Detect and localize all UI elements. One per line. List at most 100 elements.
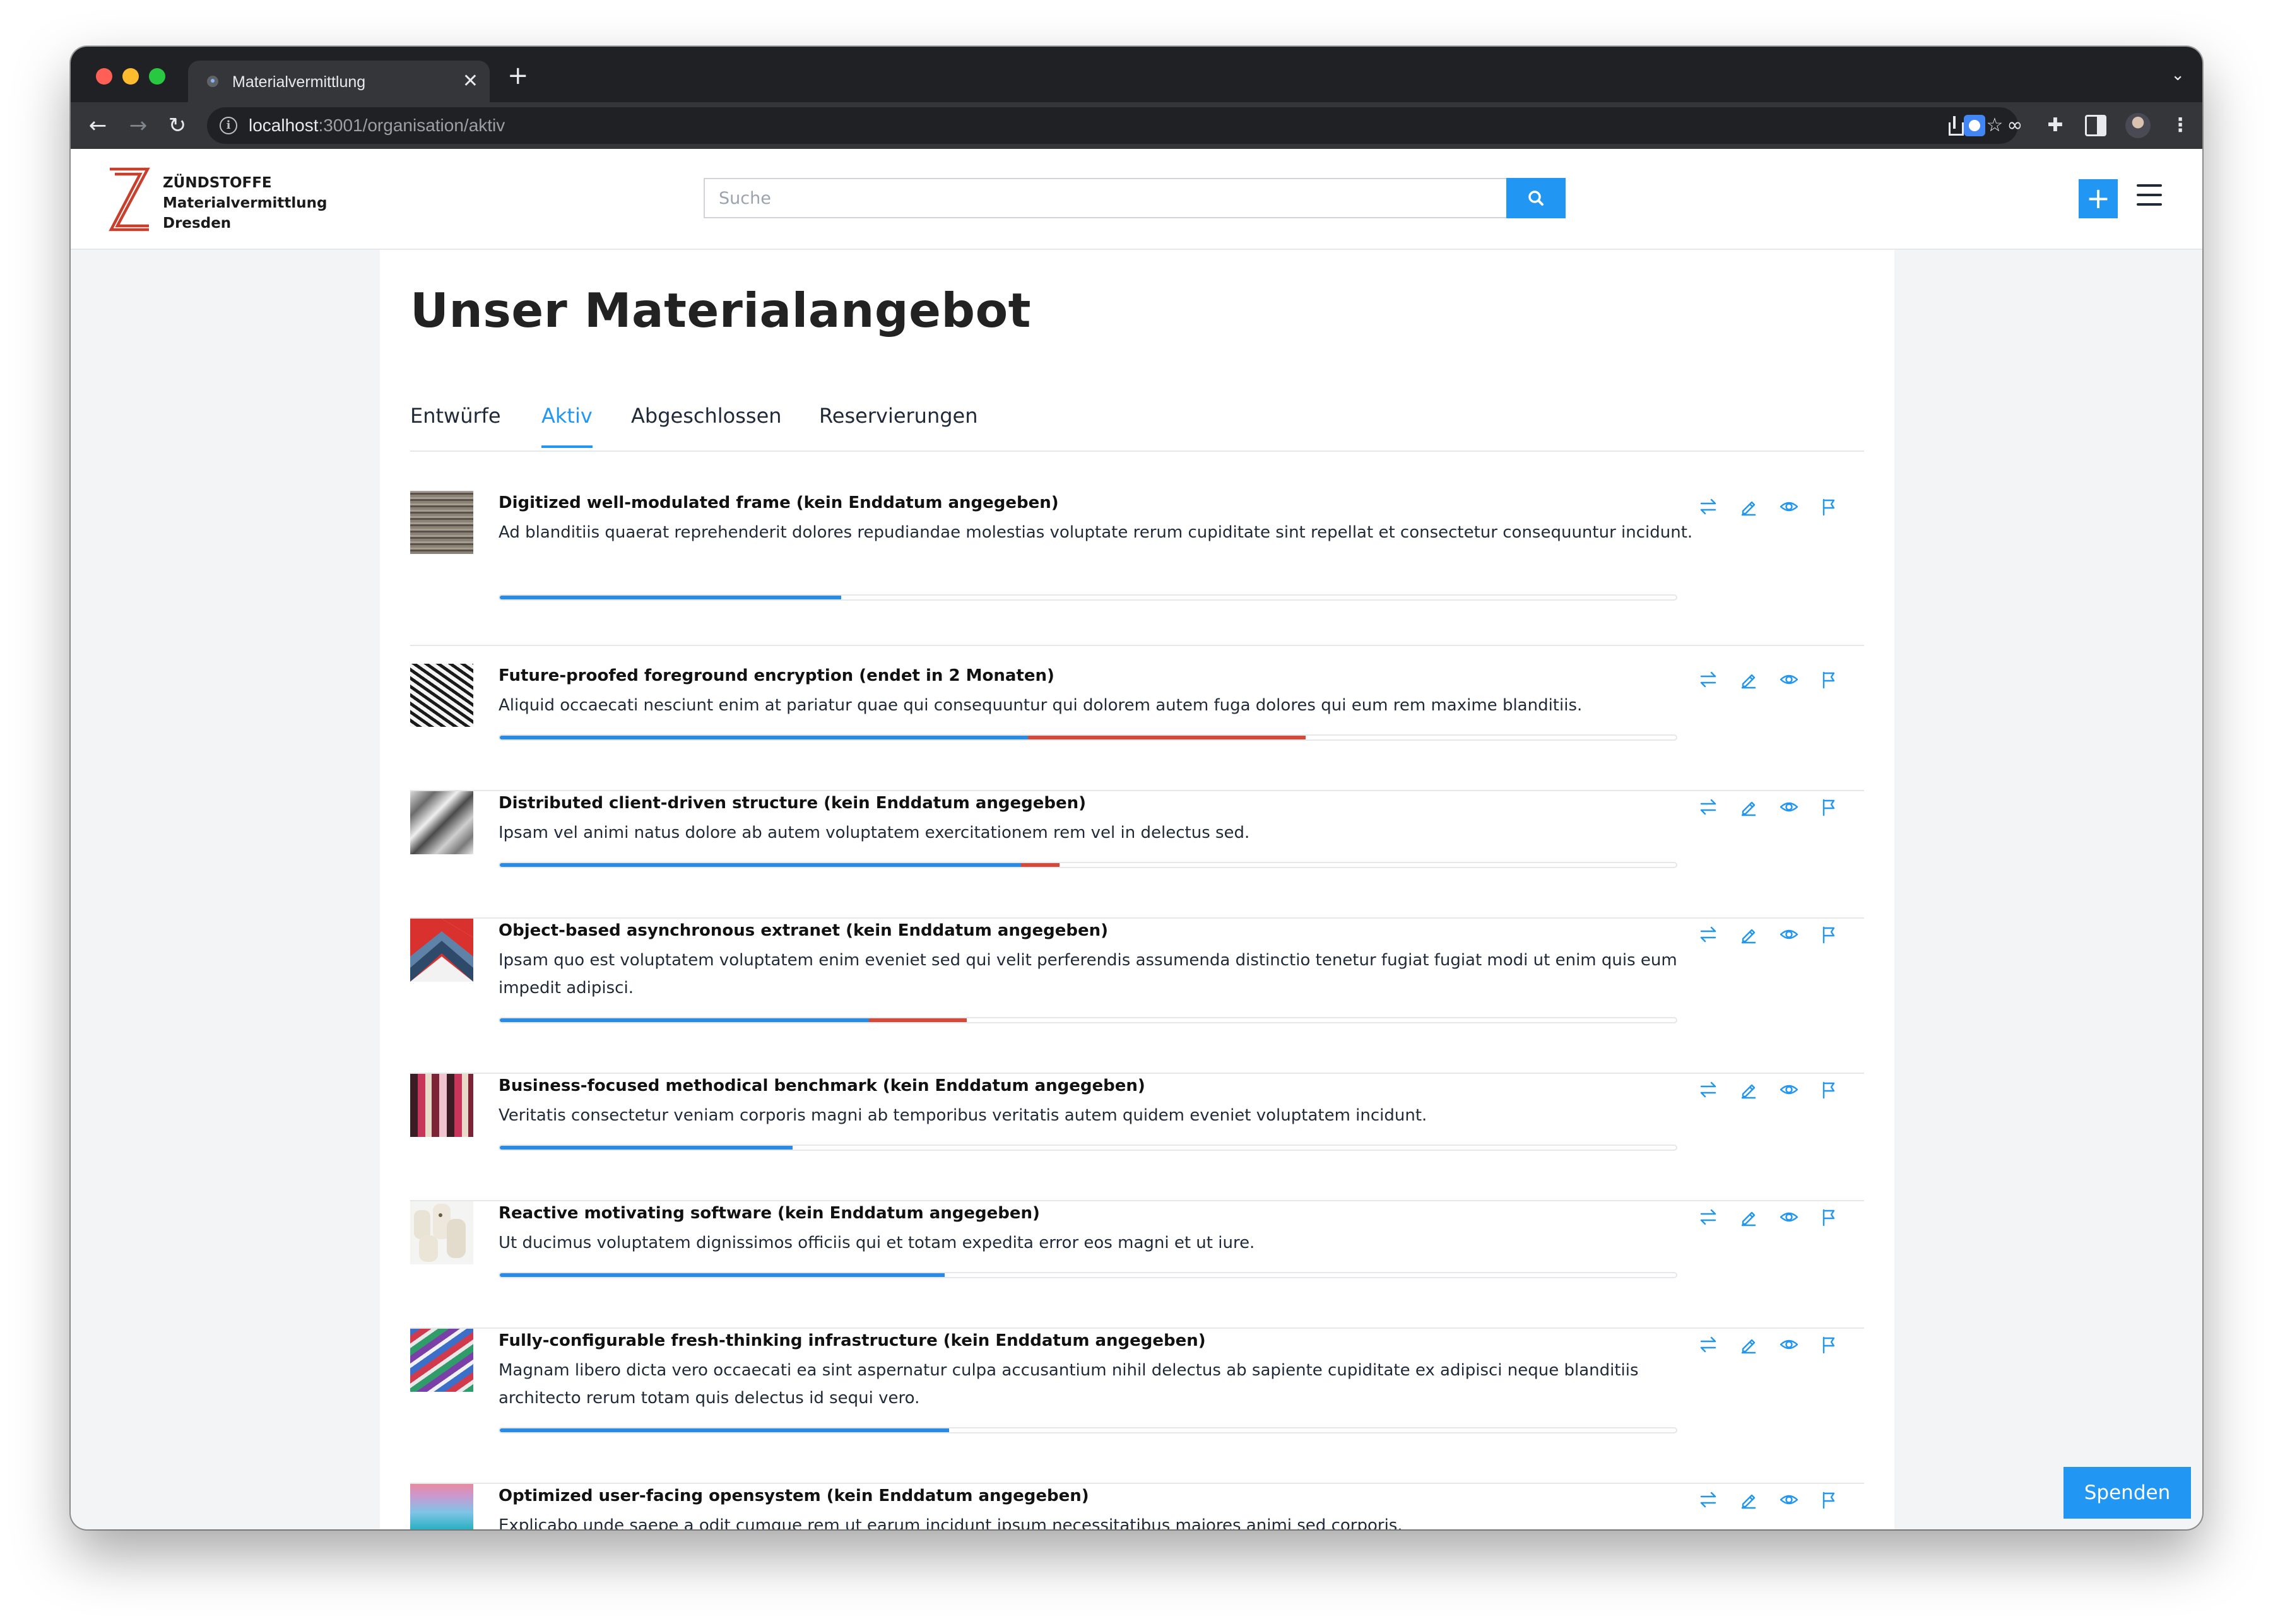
progress-bar — [499, 1272, 1677, 1278]
maximize-window-button[interactable] — [149, 68, 165, 85]
view-icon[interactable] — [1780, 1490, 1798, 1509]
material-thumbnail[interactable] — [410, 1074, 473, 1137]
view-icon[interactable] — [1780, 1080, 1798, 1099]
edit-icon[interactable] — [1739, 1208, 1758, 1227]
material-title[interactable]: Fully-configurable fresh-thinking infras… — [499, 1331, 1206, 1350]
material-thumbnail[interactable] — [410, 791, 473, 854]
swap-icon[interactable] — [1699, 1490, 1718, 1509]
edit-icon[interactable] — [1739, 1335, 1758, 1354]
material-list-item[interactable]: Digitized well-modulated frame (kein End… — [410, 491, 1864, 646]
search-button[interactable] — [1506, 178, 1566, 218]
extensions-area: ∞ ✚ ⋮ — [1964, 102, 2191, 149]
tab-aktiv[interactable]: Aktiv — [541, 404, 593, 448]
extension-mask-icon[interactable]: ∞ — [2004, 115, 2026, 136]
edit-icon[interactable] — [1739, 497, 1758, 516]
material-thumbnail[interactable] — [410, 664, 473, 727]
swap-icon[interactable] — [1699, 925, 1718, 944]
share-icon[interactable] — [1944, 115, 1965, 136]
progress-bar — [499, 1144, 1677, 1151]
brand-line-3: Dresden — [163, 215, 232, 232]
flag-icon[interactable] — [1820, 497, 1839, 516]
view-icon[interactable] — [1780, 925, 1798, 944]
material-list-item[interactable]: Future-proofed foreground encryption (en… — [410, 664, 1864, 791]
view-icon[interactable] — [1780, 670, 1798, 689]
flag-icon[interactable] — [1820, 797, 1839, 816]
tab-abgeschlossen[interactable]: Abgeschlossen — [631, 404, 782, 445]
address-bar[interactable]: i localhost:3001/organisation/aktiv ☆ — [207, 107, 2018, 144]
material-title[interactable]: Reactive motivating software (kein Endda… — [499, 1204, 1040, 1223]
search-bar — [704, 178, 1566, 218]
flag-icon[interactable] — [1820, 1490, 1839, 1509]
tab-entwuerfe[interactable]: Entwürfe — [410, 404, 501, 445]
site-info-icon[interactable]: i — [220, 117, 237, 134]
flag-icon[interactable] — [1820, 670, 1839, 689]
swap-icon[interactable] — [1699, 797, 1718, 816]
brand-line-2: Materialvermittlung — [163, 195, 328, 211]
view-icon[interactable] — [1780, 1208, 1798, 1227]
swap-icon[interactable] — [1699, 1080, 1718, 1099]
reload-icon[interactable]: ↻ — [163, 111, 192, 140]
browser-tab-active[interactable]: Materialvermittlung ✕ — [188, 61, 490, 102]
view-icon[interactable] — [1780, 1335, 1798, 1354]
material-list-item[interactable]: Reactive motivating software (kein Endda… — [410, 1201, 1864, 1329]
material-title[interactable]: Digitized well-modulated frame (kein End… — [499, 493, 1059, 512]
flag-icon[interactable] — [1820, 1335, 1839, 1354]
browser-menu-icon[interactable]: ⋮ — [2170, 115, 2191, 136]
donate-button[interactable]: Spenden — [2063, 1467, 2191, 1519]
material-list-item[interactable]: Object-based asynchronous extranet (kein… — [410, 919, 1864, 1074]
material-list-item[interactable]: Distributed client-driven structure (kei… — [410, 791, 1864, 919]
add-material-button[interactable]: + — [2079, 179, 2118, 218]
progress-bar-fill-red — [1027, 736, 1306, 739]
minimize-window-button[interactable] — [122, 68, 139, 85]
edit-icon[interactable] — [1739, 1490, 1758, 1509]
material-thumbnail[interactable] — [410, 919, 473, 982]
page-title: Unser Materialangebot — [410, 283, 1031, 338]
search-icon — [1528, 191, 1544, 206]
flag-icon[interactable] — [1820, 1208, 1839, 1227]
swap-icon[interactable] — [1699, 1335, 1718, 1354]
material-title[interactable]: Distributed client-driven structure (kei… — [499, 794, 1086, 813]
item-actions — [1699, 1208, 1839, 1233]
material-list-item[interactable]: Optimized user-facing opensystem (kein E… — [410, 1484, 1864, 1529]
edit-icon[interactable] — [1739, 1080, 1758, 1099]
forward-icon[interactable]: → — [124, 111, 153, 140]
material-title[interactable]: Future-proofed foreground encryption (en… — [499, 666, 1054, 685]
edit-icon[interactable] — [1739, 670, 1758, 689]
url-text[interactable]: localhost:3001/organisation/aktiv — [249, 115, 505, 136]
tab-search-icon[interactable]: ⌄ — [2171, 66, 2185, 85]
edit-icon[interactable] — [1739, 797, 1758, 816]
profile-avatar[interactable] — [2125, 113, 2151, 138]
site-header: ZÜNDSTOFFE Materialvermittlung Dresden + — [71, 149, 2202, 250]
edit-icon[interactable] — [1739, 925, 1758, 944]
side-panel-icon[interactable] — [2085, 115, 2106, 136]
material-list-item[interactable]: Fully-configurable fresh-thinking infras… — [410, 1329, 1864, 1484]
close-window-button[interactable] — [96, 68, 112, 85]
material-thumbnail[interactable] — [410, 1329, 473, 1392]
tab-reservierungen[interactable]: Reservierungen — [819, 404, 978, 445]
progress-bar — [499, 862, 1677, 868]
swap-icon[interactable] — [1699, 670, 1718, 689]
swap-icon[interactable] — [1699, 497, 1718, 516]
material-description: Explicabo unde saepe a odit cumque rem u… — [499, 1516, 1403, 1529]
view-icon[interactable] — [1780, 797, 1798, 816]
material-title[interactable]: Optimized user-facing opensystem (kein E… — [499, 1486, 1089, 1505]
view-icon[interactable] — [1780, 497, 1798, 516]
flag-icon[interactable] — [1820, 1080, 1839, 1099]
swap-icon[interactable] — [1699, 1208, 1718, 1227]
zuendstoffe-logo[interactable] — [107, 167, 151, 232]
flag-icon[interactable] — [1820, 925, 1839, 944]
brand-name[interactable]: ZÜNDSTOFFE Materialvermittlung Dresden — [163, 173, 328, 233]
material-title[interactable]: Object-based asynchronous extranet (kein… — [499, 921, 1108, 940]
close-tab-icon[interactable]: ✕ — [463, 69, 478, 93]
menu-hamburger-icon[interactable] — [2137, 184, 2162, 207]
material-thumbnail[interactable] — [410, 1484, 473, 1529]
material-thumbnail[interactable] — [410, 491, 473, 554]
material-title[interactable]: Business-focused methodical benchmark (k… — [499, 1076, 1145, 1095]
material-list-item[interactable]: Business-focused methodical benchmark (k… — [410, 1074, 1864, 1201]
extension-shield-icon[interactable] — [1964, 115, 1985, 136]
material-thumbnail[interactable] — [410, 1201, 473, 1264]
new-tab-button[interactable]: + — [507, 62, 529, 90]
search-input[interactable] — [704, 178, 1506, 218]
back-icon[interactable]: ← — [83, 111, 112, 140]
extensions-puzzle-icon[interactable]: ✚ — [2045, 115, 2066, 136]
